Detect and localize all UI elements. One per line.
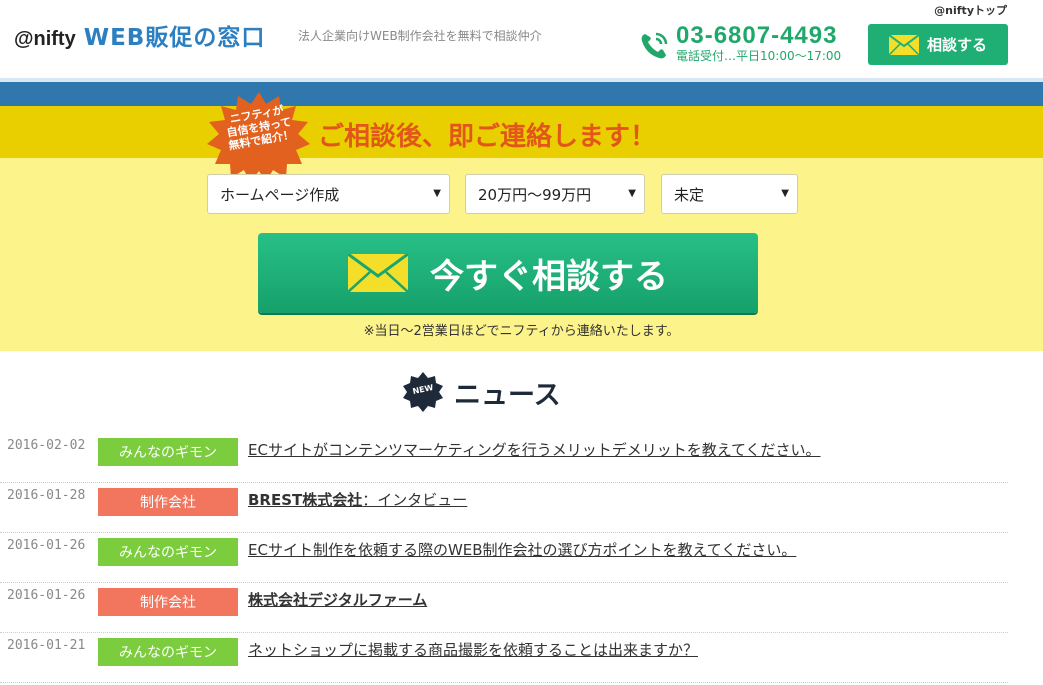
brand-name: @nifty bbox=[14, 28, 76, 50]
news-item: 2016-01-21 みんなのギモン ネットショップに掲載する商品撮影を依頼する… bbox=[0, 633, 1008, 683]
news-date: 2016-01-21 bbox=[7, 638, 86, 653]
news-category-tag[interactable]: みんなのギモン bbox=[98, 638, 238, 666]
header-consult-label: 相談する bbox=[926, 36, 987, 54]
news-heading: NEW ニュース bbox=[402, 371, 561, 413]
site-header: @nifty WEB販促の窓口 法人企業向けWEB制作会社を無料で相談仲介 @n… bbox=[0, 0, 1043, 78]
news-item: 2016-02-02 みんなのギモン ECサイトがコンテンツマーケティングを行う… bbox=[0, 433, 1008, 483]
nifty-top-link[interactable]: @niftyトップ bbox=[934, 2, 1007, 18]
service-select-value: ホームページ作成 bbox=[220, 185, 340, 204]
mail-icon bbox=[348, 254, 408, 292]
budget-select[interactable]: 20万円〜99万円 ▼ bbox=[465, 174, 645, 214]
consult-now-button[interactable]: 今すぐ相談する bbox=[258, 233, 758, 313]
chevron-down-icon: ▼ bbox=[628, 188, 636, 199]
news-link-bold: 株式会社デジタルファーム bbox=[248, 591, 428, 609]
news-category-tag[interactable]: 制作会社 bbox=[98, 588, 238, 616]
news-list: 2016-02-02 みんなのギモン ECサイトがコンテンツマーケティングを行う… bbox=[0, 433, 1008, 683]
news-link[interactable]: ECサイトがコンテンツマーケティングを行うメリットデメリットを教えてください。 bbox=[248, 439, 821, 460]
site-tagline: 法人企業向けWEB制作会社を無料で相談仲介 bbox=[298, 29, 542, 43]
budget-select-value: 20万円〜99万円 bbox=[478, 185, 592, 204]
news-date: 2016-01-26 bbox=[7, 588, 86, 603]
news-category-tag[interactable]: 制作会社 bbox=[98, 488, 238, 516]
news-date: 2016-02-02 bbox=[7, 438, 86, 453]
chevron-down-icon: ▼ bbox=[781, 188, 789, 199]
news-category-tag[interactable]: みんなのギモン bbox=[98, 438, 238, 466]
service-select[interactable]: ホームページ作成 ▼ bbox=[207, 174, 450, 214]
phone-icon bbox=[641, 32, 668, 59]
contact-note: ※当日〜2営業日ほどでニフティから連絡いたします。 bbox=[363, 324, 680, 339]
news-link-text: ：インタビュー bbox=[362, 491, 468, 509]
header-consult-button[interactable]: 相談する bbox=[868, 24, 1008, 65]
new-badge: NEW bbox=[402, 371, 444, 413]
banner-top-bar bbox=[0, 82, 1043, 106]
news-link-text: ネットショップに掲載する商品撮影を依頼することは出来ますか？ bbox=[248, 641, 699, 659]
site-name: WEB販促の窓口 bbox=[83, 25, 266, 51]
chevron-down-icon: ▼ bbox=[433, 188, 441, 199]
news-link[interactable]: ネットショップに掲載する商品撮影を依頼することは出来ますか？ bbox=[248, 639, 698, 660]
phone-hours: 電話受付…平日10:00〜17:00 bbox=[676, 49, 842, 63]
news-date: 2016-01-28 bbox=[7, 488, 86, 503]
news-link-text: ECサイトがコンテンツマーケティングを行うメリットデメリットを教えてください。 bbox=[248, 441, 821, 459]
mail-icon bbox=[888, 34, 919, 55]
news-link[interactable]: ECサイト制作を依頼する際のWEB制作会社の選び方ポイントを教えてください。 bbox=[248, 539, 796, 560]
news-link-text: ECサイト制作を依頼する際のWEB制作会社の選び方ポイントを教えてください。 bbox=[248, 541, 797, 559]
banner-headline: ご相談後、即ご連絡します！ bbox=[318, 122, 657, 152]
phone-number[interactable]: 03-6807-4493 bbox=[676, 22, 837, 50]
news-item: 2016-01-26 みんなのギモン ECサイト制作を依頼する際のWEB制作会社… bbox=[0, 533, 1008, 583]
consult-now-label: 今すぐ相談する bbox=[430, 256, 668, 297]
news-item: 2016-01-26 制作会社 株式会社デジタルファーム bbox=[0, 583, 1008, 633]
timing-select[interactable]: 未定 ▼ bbox=[661, 174, 798, 214]
news-link[interactable]: BREST株式会社：インタビュー bbox=[248, 489, 467, 510]
news-link-bold: BREST株式会社 bbox=[248, 491, 363, 509]
news-date: 2016-01-26 bbox=[7, 538, 86, 553]
news-category-tag[interactable]: みんなのギモン bbox=[98, 538, 238, 566]
timing-select-value: 未定 bbox=[674, 185, 705, 204]
site-logo[interactable]: @nifty WEB販促の窓口 bbox=[14, 18, 265, 52]
news-title: ニュース bbox=[454, 379, 561, 411]
news-link[interactable]: 株式会社デジタルファーム bbox=[248, 589, 427, 610]
news-item: 2016-01-28 制作会社 BREST株式会社：インタビュー bbox=[0, 483, 1008, 533]
